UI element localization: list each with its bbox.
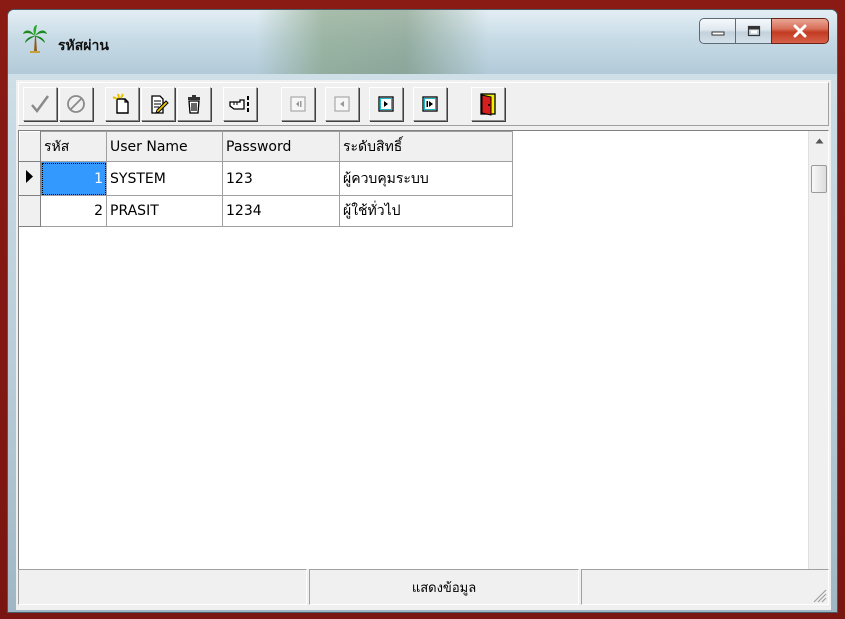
hand-pointer-icon <box>229 96 249 112</box>
close-button[interactable] <box>771 18 829 44</box>
post-button[interactable] <box>23 87 57 121</box>
current-row-arrow-icon <box>26 170 33 183</box>
data-grid[interactable]: รหัส User Name Password ระดับสิทธิ์ 1 SY… <box>18 130 829 601</box>
grid-table: รหัส User Name Password ระดับสิทธิ์ 1 SY… <box>19 131 513 227</box>
column-header-password[interactable]: Password <box>222 131 340 162</box>
new-document-icon <box>112 93 129 114</box>
next-record-button[interactable] <box>369 87 403 121</box>
exit-button[interactable] <box>471 87 505 121</box>
cell-password[interactable]: 123 <box>222 161 340 196</box>
minimize-icon <box>711 31 724 36</box>
checkmark-icon <box>31 95 50 114</box>
navigator-toolbar <box>18 82 829 126</box>
insert-button[interactable] <box>105 87 139 121</box>
cell-level[interactable]: ผู้ควบคุมระบบ <box>339 161 513 196</box>
edit-button[interactable] <box>141 87 175 121</box>
row-indicator[interactable] <box>19 161 41 196</box>
trash-icon <box>188 95 200 114</box>
refresh-button[interactable] <box>223 87 257 121</box>
status-bar: แสดงข้อมูล <box>18 569 829 605</box>
cell-id[interactable]: 1 <box>40 161 107 196</box>
scroll-thumb[interactable] <box>811 165 827 193</box>
palm-tree-icon <box>23 25 47 53</box>
client-area: รหัส User Name Password ระดับสิทธิ์ 1 SY… <box>16 80 831 610</box>
resize-grip-icon[interactable] <box>811 587 827 603</box>
grid-header-row: รหัส User Name Password ระดับสิทธิ์ <box>19 131 513 162</box>
status-panel-left <box>18 569 307 605</box>
exit-door-icon <box>480 93 496 116</box>
main-window: รหัสผ่าน รหัส User Name Password ระดับสิ… <box>7 9 838 613</box>
column-header-level[interactable]: ระดับสิทธิ์ <box>339 131 513 162</box>
maximize-button[interactable] <box>735 18 771 44</box>
cell-username[interactable]: PRASIT <box>106 195 223 227</box>
window-title: รหัสผ่าน <box>58 38 109 54</box>
row-indicator[interactable] <box>19 195 41 227</box>
cancel-button[interactable] <box>59 87 93 121</box>
caption-buttons <box>699 18 829 44</box>
prior-record-icon <box>334 96 350 112</box>
table-row[interactable]: 1 SYSTEM 123 ผู้ควบคุมระบบ <box>19 161 513 196</box>
delete-button[interactable] <box>177 87 211 121</box>
last-record-icon <box>422 96 438 112</box>
prior-record-button[interactable] <box>325 87 359 121</box>
cell-id[interactable]: 2 <box>40 195 107 227</box>
status-panel-right <box>581 569 829 605</box>
status-panel-mode: แสดงข้อมูล <box>309 569 579 605</box>
cell-username[interactable]: SYSTEM <box>106 161 223 196</box>
last-record-button[interactable] <box>413 87 447 121</box>
scroll-up-button[interactable] <box>809 131 829 151</box>
edit-document-icon <box>151 95 169 114</box>
maximize-icon <box>747 25 760 37</box>
cancel-icon <box>67 95 85 113</box>
next-record-icon <box>378 96 394 112</box>
arrow-up-icon <box>815 138 823 144</box>
vertical-scrollbar[interactable] <box>808 131 828 601</box>
table-row[interactable]: 2 PRASIT 1234 ผู้ใช้ทั่วไป <box>19 195 513 227</box>
indicator-header <box>19 131 41 162</box>
first-record-icon <box>290 96 306 112</box>
cell-password[interactable]: 1234 <box>222 195 340 227</box>
title-bar[interactable]: รหัสผ่าน <box>8 10 837 74</box>
column-header-username[interactable]: User Name <box>106 131 223 162</box>
first-record-button[interactable] <box>281 87 315 121</box>
minimize-button[interactable] <box>699 18 735 44</box>
cell-level[interactable]: ผู้ใช้ทั่วไป <box>339 195 513 227</box>
column-header-id[interactable]: รหัส <box>40 131 107 162</box>
close-icon <box>793 24 807 38</box>
